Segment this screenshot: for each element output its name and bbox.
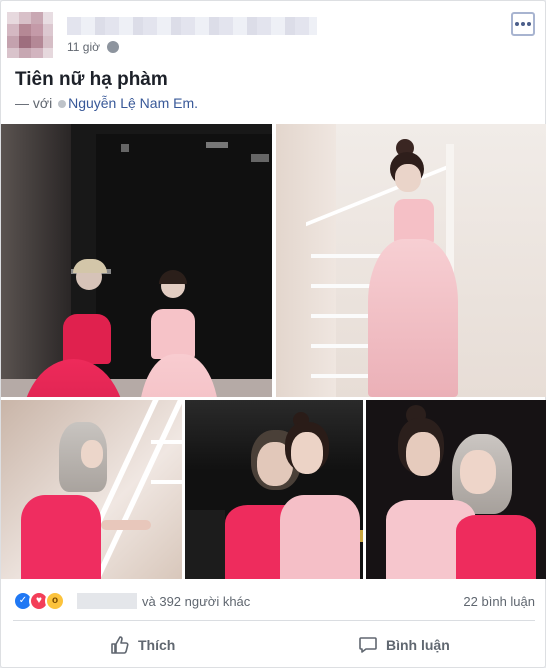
comments-count[interactable]: 22 bình luận bbox=[463, 594, 535, 609]
wow-reaction-icon: o bbox=[45, 591, 65, 611]
photo-3[interactable] bbox=[1, 400, 182, 579]
post-header: 11 giờ bbox=[7, 12, 541, 62]
more-options-button[interactable] bbox=[511, 12, 535, 36]
photo-5[interactable] bbox=[366, 400, 546, 579]
globe-icon bbox=[107, 41, 120, 53]
dot-icon bbox=[515, 22, 519, 26]
photo-1[interactable] bbox=[1, 124, 272, 397]
comment-icon bbox=[359, 637, 377, 653]
like-label: Thích bbox=[138, 637, 176, 653]
author-name-redacted[interactable] bbox=[67, 17, 317, 35]
thumbs-up-icon bbox=[111, 636, 129, 654]
reactor-name-redacted[interactable] bbox=[77, 593, 137, 609]
photo-4[interactable] bbox=[185, 400, 363, 579]
comment-label: Bình luận bbox=[386, 637, 450, 653]
like-button[interactable]: Thích bbox=[110, 629, 175, 661]
with-prefix: — với bbox=[15, 95, 53, 111]
reaction-stats: ✓ ♥ o và 392 người khác 22 bình luận bbox=[13, 588, 537, 614]
post-text: Tiên nữ hạ phàm bbox=[15, 69, 168, 90]
divider bbox=[13, 620, 535, 621]
reactions-count[interactable]: và 392 người khác bbox=[142, 594, 250, 609]
tagged-user-link[interactable]: Nguyễn Lệ Nam Em. bbox=[68, 95, 198, 111]
timestamp-label[interactable]: 11 giờ bbox=[67, 40, 100, 54]
comment-button[interactable]: Bình luận bbox=[358, 629, 450, 661]
post-card: 11 giờ Tiên nữ hạ phàm — với Nguyễn Lệ N… bbox=[0, 0, 546, 668]
post-timestamp[interactable]: 11 giờ bbox=[67, 40, 120, 54]
photo-2[interactable] bbox=[276, 124, 546, 397]
tag-icon bbox=[58, 100, 67, 108]
dot-icon bbox=[521, 22, 525, 26]
dot-icon bbox=[527, 22, 531, 26]
avatar[interactable] bbox=[7, 12, 53, 58]
tagged-line: — với Nguyễn Lệ Nam Em. bbox=[15, 95, 198, 111]
